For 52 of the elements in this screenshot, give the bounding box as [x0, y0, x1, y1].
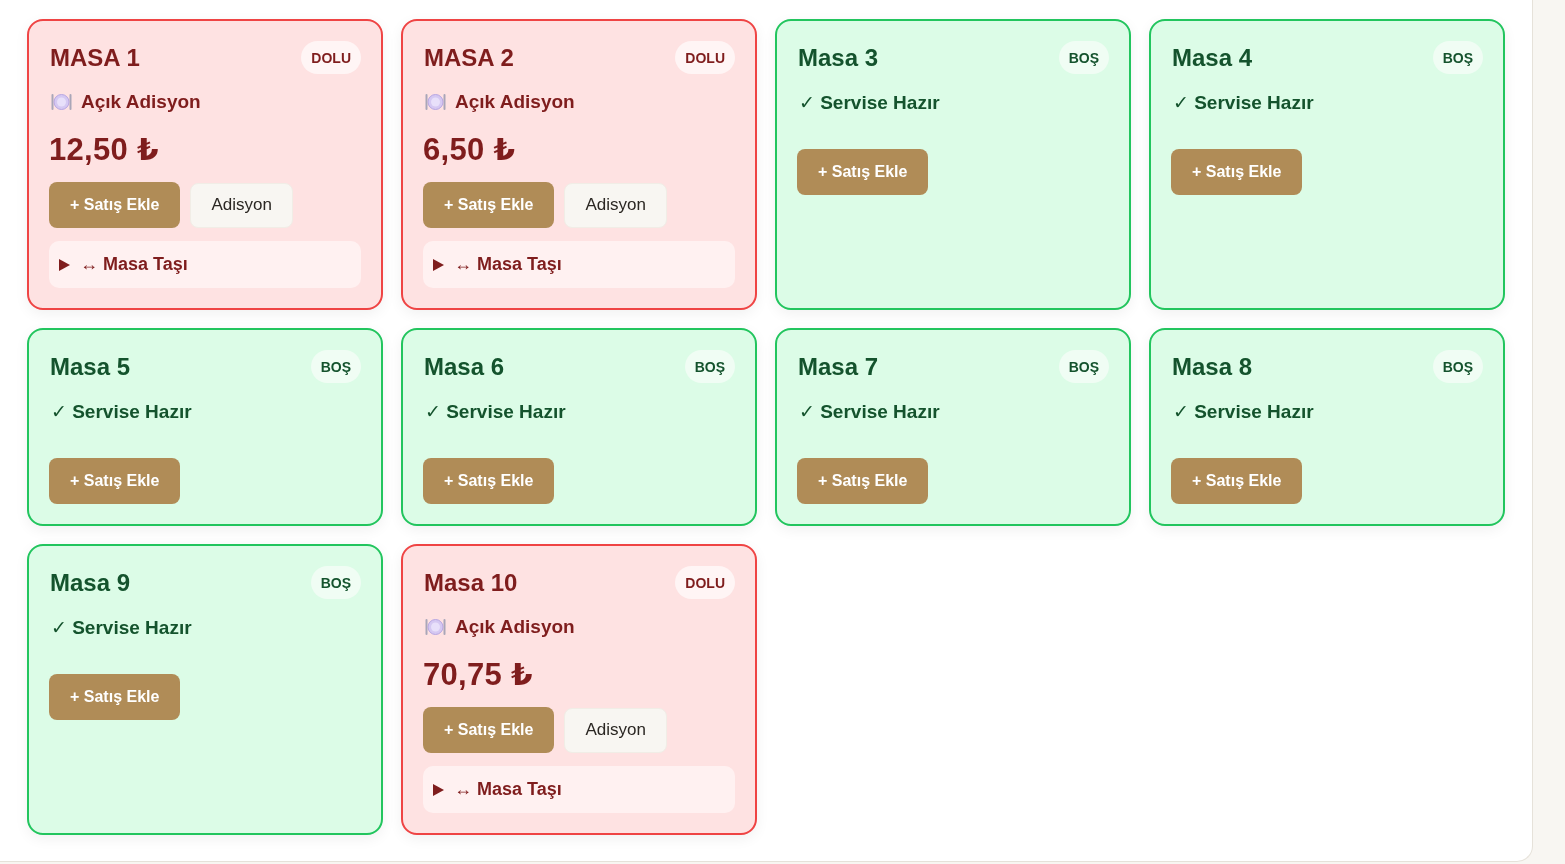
add-sale-button[interactable]: + Satış Ekle [49, 458, 181, 504]
table-name: Masa 10 [423, 568, 518, 597]
status-text: Açık Adisyon [455, 616, 575, 638]
add-sale-button[interactable]: + Satış Ekle [797, 149, 929, 195]
status-text: Açık Adisyon [455, 91, 575, 113]
status-text: ✓ Servise Hazır [1173, 399, 1314, 423]
add-sale-button[interactable]: + Satış Ekle [423, 458, 555, 504]
status-badge: BOŞ [684, 350, 735, 383]
bill-button[interactable]: Adisyon [564, 182, 667, 228]
add-sale-button[interactable]: + Satış Ekle [423, 707, 555, 753]
status-text: ✓ Servise Hazır [799, 90, 940, 114]
status-badge: BOŞ [1058, 41, 1109, 74]
total-amount: 6,50 ₺ [423, 132, 517, 168]
table-name: Masa 5 [49, 352, 131, 381]
total-amount: 12,50 ₺ [49, 132, 160, 168]
plate-cutlery-icon [51, 93, 72, 111]
add-sale-button[interactable]: + Satış Ekle [1171, 149, 1303, 195]
status-badge: BOŞ [1432, 350, 1483, 383]
status-badge: DOLU [675, 41, 735, 74]
add-sale-button[interactable]: + Satış Ekle [49, 182, 181, 228]
table-name: Masa 8 [1171, 352, 1253, 381]
move-table-toggle[interactable]: ↔ Masa Taşı [423, 766, 735, 813]
table-name: Masa 3 [797, 43, 879, 72]
status-badge: BOŞ [1432, 41, 1483, 74]
plate-cutlery-icon [425, 618, 446, 636]
add-sale-button[interactable]: + Satış Ekle [797, 458, 929, 504]
move-table-toggle[interactable]: ↔ Masa Taşı [423, 241, 735, 288]
table-name: Masa 6 [423, 352, 505, 381]
status-text: ✓ Servise Hazır [51, 615, 192, 639]
table-name: MASA 1 [49, 43, 140, 72]
status-text: Açık Adisyon [81, 91, 201, 113]
status-text: ✓ Servise Hazır [51, 399, 192, 423]
add-sale-button[interactable]: + Satış Ekle [49, 674, 181, 720]
move-table-toggle[interactable]: ↔ Masa Taşı [49, 241, 361, 288]
status-text: ✓ Servise Hazır [799, 399, 940, 423]
table-name: MASA 2 [423, 43, 514, 72]
status-badge: DOLU [675, 566, 735, 599]
status-badge: DOLU [301, 41, 361, 74]
table-name: Masa 9 [49, 568, 131, 597]
plate-cutlery-icon [425, 93, 446, 111]
table-name: Masa 7 [797, 352, 879, 381]
status-badge: BOŞ [1058, 350, 1109, 383]
bill-button[interactable]: Adisyon [190, 182, 293, 228]
bill-button[interactable]: Adisyon [564, 707, 667, 753]
status-text: ✓ Servise Hazır [425, 399, 566, 423]
status-text: ✓ Servise Hazır [1173, 90, 1314, 114]
status-badge: BOŞ [310, 566, 361, 599]
total-amount: 70,75 ₺ [423, 657, 534, 693]
table-name: Masa 4 [1171, 43, 1253, 72]
add-sale-button[interactable]: + Satış Ekle [423, 182, 555, 228]
status-badge: BOŞ [310, 350, 361, 383]
add-sale-button[interactable]: + Satış Ekle [1171, 458, 1303, 504]
